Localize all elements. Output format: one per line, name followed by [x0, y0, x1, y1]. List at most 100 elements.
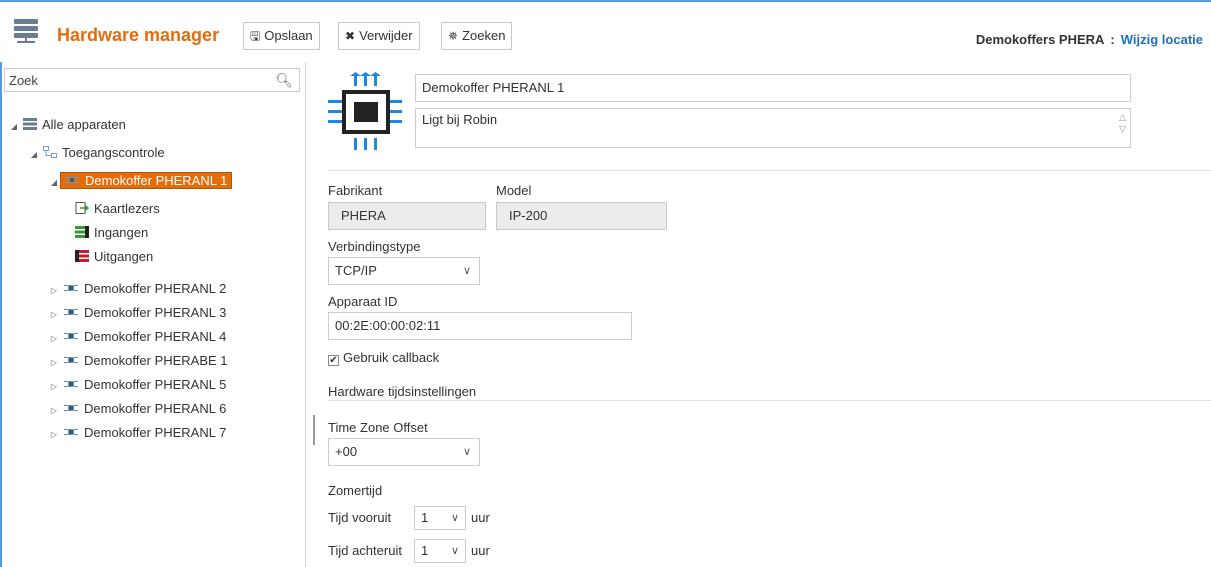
tree-node-selected-item[interactable]: Demokoffer PHERANL 1 [60, 172, 233, 189]
tree-node-device[interactable]: ▷ Demokoffer PHERANL 6 [48, 398, 226, 420]
header: Hardware manager 🖫 Opslaan ✖ Verwijder ✵ Zo… [0, 2, 1211, 62]
save-button[interactable]: 🖫 Opslaan [243, 22, 320, 50]
expand-toggle-icon[interactable]: ◢ [28, 144, 40, 166]
save-icon: 🖫 [250, 29, 261, 43]
connection-type-label: Verbindingstype [328, 239, 421, 254]
chip-icon [65, 174, 79, 186]
time-forward-unit: uur [471, 510, 490, 525]
tree-node-label: Alle apparaten [42, 117, 126, 132]
spinner-icon: ✵ [448, 29, 459, 43]
timezone-offset-select[interactable]: +00 ∨ [328, 438, 480, 466]
search-button-label: Zoeken [462, 28, 506, 43]
output-icon [75, 250, 89, 262]
server-icon [23, 118, 37, 130]
tree-node-outputs[interactable]: Uitgangen [72, 246, 153, 268]
device-details: Demokoffer PHERANL 1 Ligt bij Robin △ ▽ F… [316, 62, 1211, 567]
expand-toggle-icon[interactable]: ▷ [48, 424, 60, 446]
tree-node-device[interactable]: ▷ Demokoffer PHERANL 7 [48, 422, 226, 444]
chip-icon [64, 354, 78, 366]
tree-node-device[interactable]: ▷ Demokoffer PHERANL 5 [48, 374, 226, 396]
tree-node-root[interactable]: ◢ Alle apparaten [8, 114, 126, 136]
tree-node-label: Toegangscontrole [62, 145, 165, 160]
timezone-offset-value: +00 [335, 444, 358, 459]
chip-icon [328, 72, 402, 150]
app-title: Hardware manager [57, 25, 220, 45]
delete-button[interactable]: ✖ Verwijder [338, 22, 420, 50]
expand-toggle-icon[interactable]: ▷ [48, 400, 60, 422]
checkbox-icon[interactable]: ✔ [328, 355, 339, 366]
use-callback-checkbox[interactable]: ✔ Gebruik callback [328, 350, 439, 366]
pane-splitter[interactable] [313, 415, 315, 445]
tree-node-label: Demokoffer PHERANL 2 [84, 281, 227, 296]
time-back-unit: uur [471, 543, 490, 558]
chevron-down-icon: ∨ [462, 265, 471, 277]
manufacturer-label: Fabrikant [328, 183, 383, 198]
search-input[interactable] [5, 69, 265, 91]
chevron-down-icon: ∨ [450, 512, 459, 524]
tree-node-label: Demokoffer PHERANL 7 [84, 425, 227, 440]
expand-toggle-icon[interactable]: ▷ [48, 304, 60, 326]
tree-node-device[interactable]: ▷ Demokoffer PHERANL 2 [48, 278, 226, 300]
description-text: Ligt bij Robin [422, 112, 498, 127]
divider [328, 170, 1211, 171]
tree-node-device[interactable]: ▷ Demokoffer PHERANL 3 [48, 302, 226, 324]
time-back-value: 1 [421, 543, 429, 558]
chip-icon [64, 282, 78, 294]
tree-node-selected[interactable]: ◢ Demokoffer PHERANL 1 [48, 170, 233, 194]
tree-node-group[interactable]: ◢ Toegangscontrole [28, 142, 165, 164]
expand-toggle-icon[interactable]: ▷ [48, 280, 60, 302]
sidebar: 🔍︎ ◢Alle apparaten ◢Toegangscontrole ◢De… [2, 62, 306, 567]
time-forward-value: 1 [421, 510, 429, 525]
tree-node-inputs[interactable]: Ingangen [72, 222, 148, 244]
device-description-textarea[interactable]: Ligt bij Robin △ ▽ [415, 108, 1131, 148]
tree-node-label: Demokoffer PHERANL 3 [84, 305, 227, 320]
expand-toggle-icon[interactable]: ▷ [48, 328, 60, 350]
save-button-label: Opslaan [264, 28, 313, 43]
expand-toggle-icon[interactable]: ▷ [48, 352, 60, 374]
dst-label: Zomertijd [328, 483, 383, 498]
connection-type-select[interactable]: TCP/IP ∨ [328, 257, 480, 285]
model-field: IP-200 [496, 202, 667, 230]
chip-icon [64, 402, 78, 414]
timezone-offset-label: Time Zone Offset [328, 420, 428, 435]
delete-button-label: Verwijder [359, 28, 413, 43]
tree-node-device[interactable]: ▷ Demokoffer PHERABE 1 [48, 350, 228, 372]
expand-toggle-icon[interactable]: ◢ [48, 172, 60, 194]
device-name-input[interactable]: Demokoffer PHERANL 1 [415, 74, 1131, 102]
close-icon: ✖ [345, 29, 356, 43]
divider [328, 400, 1211, 401]
tree-node-label: Demokoffer PHERANL 5 [84, 377, 227, 392]
chip-icon [64, 330, 78, 342]
expand-toggle-icon[interactable]: ◢ [8, 116, 20, 138]
time-back-select[interactable]: 1 ∨ [414, 539, 466, 563]
location-separator: : [1110, 32, 1115, 47]
input-icon [75, 226, 89, 238]
tree-node-label: Demokoffer PHERANL 4 [84, 329, 227, 344]
device-id-input[interactable]: 00:2E:00:00:02:11 [328, 312, 632, 340]
chevron-down-icon: ∨ [450, 545, 459, 557]
tree-node-device[interactable]: ▷ Demokoffer PHERANL 4 [48, 326, 226, 348]
tree-node-label: Uitgangen [94, 249, 154, 264]
tree-node-label: Demokoffer PHERANL 1 [85, 173, 228, 188]
search-icon[interactable]: 🔍︎ [275, 72, 293, 89]
textarea-scroll-arrows-icon[interactable]: △ ▽ [1119, 111, 1126, 135]
tree-node-label: Demokoffer PHERANL 6 [84, 401, 227, 416]
card-reader-icon [75, 202, 89, 214]
search-button[interactable]: ✵ Zoeken [441, 22, 513, 50]
chip-icon [64, 426, 78, 438]
location-name: Demokoffers PHERA [975, 32, 1105, 47]
chip-icon [64, 306, 78, 318]
time-back-label: Tijd achteruit [328, 543, 402, 558]
sidebar-search: 🔍︎ [4, 68, 300, 92]
chevron-down-icon: ∨ [462, 446, 471, 458]
use-callback-label: Gebruik callback [343, 350, 440, 365]
expand-toggle-icon[interactable]: ▷ [48, 376, 60, 398]
tree-node-card-readers[interactable]: Kaartlezers [72, 198, 160, 220]
time-forward-label: Tijd vooruit [328, 510, 392, 525]
device-id-label: Apparaat ID [328, 294, 398, 309]
time-forward-select[interactable]: 1 ∨ [414, 506, 466, 530]
network-icon [43, 146, 57, 158]
time-settings-heading: Hardware tijdsinstellingen [328, 384, 477, 399]
change-location-link[interactable]: Wijzig locatie [1121, 32, 1203, 47]
connection-type-value: TCP/IP [335, 263, 377, 278]
